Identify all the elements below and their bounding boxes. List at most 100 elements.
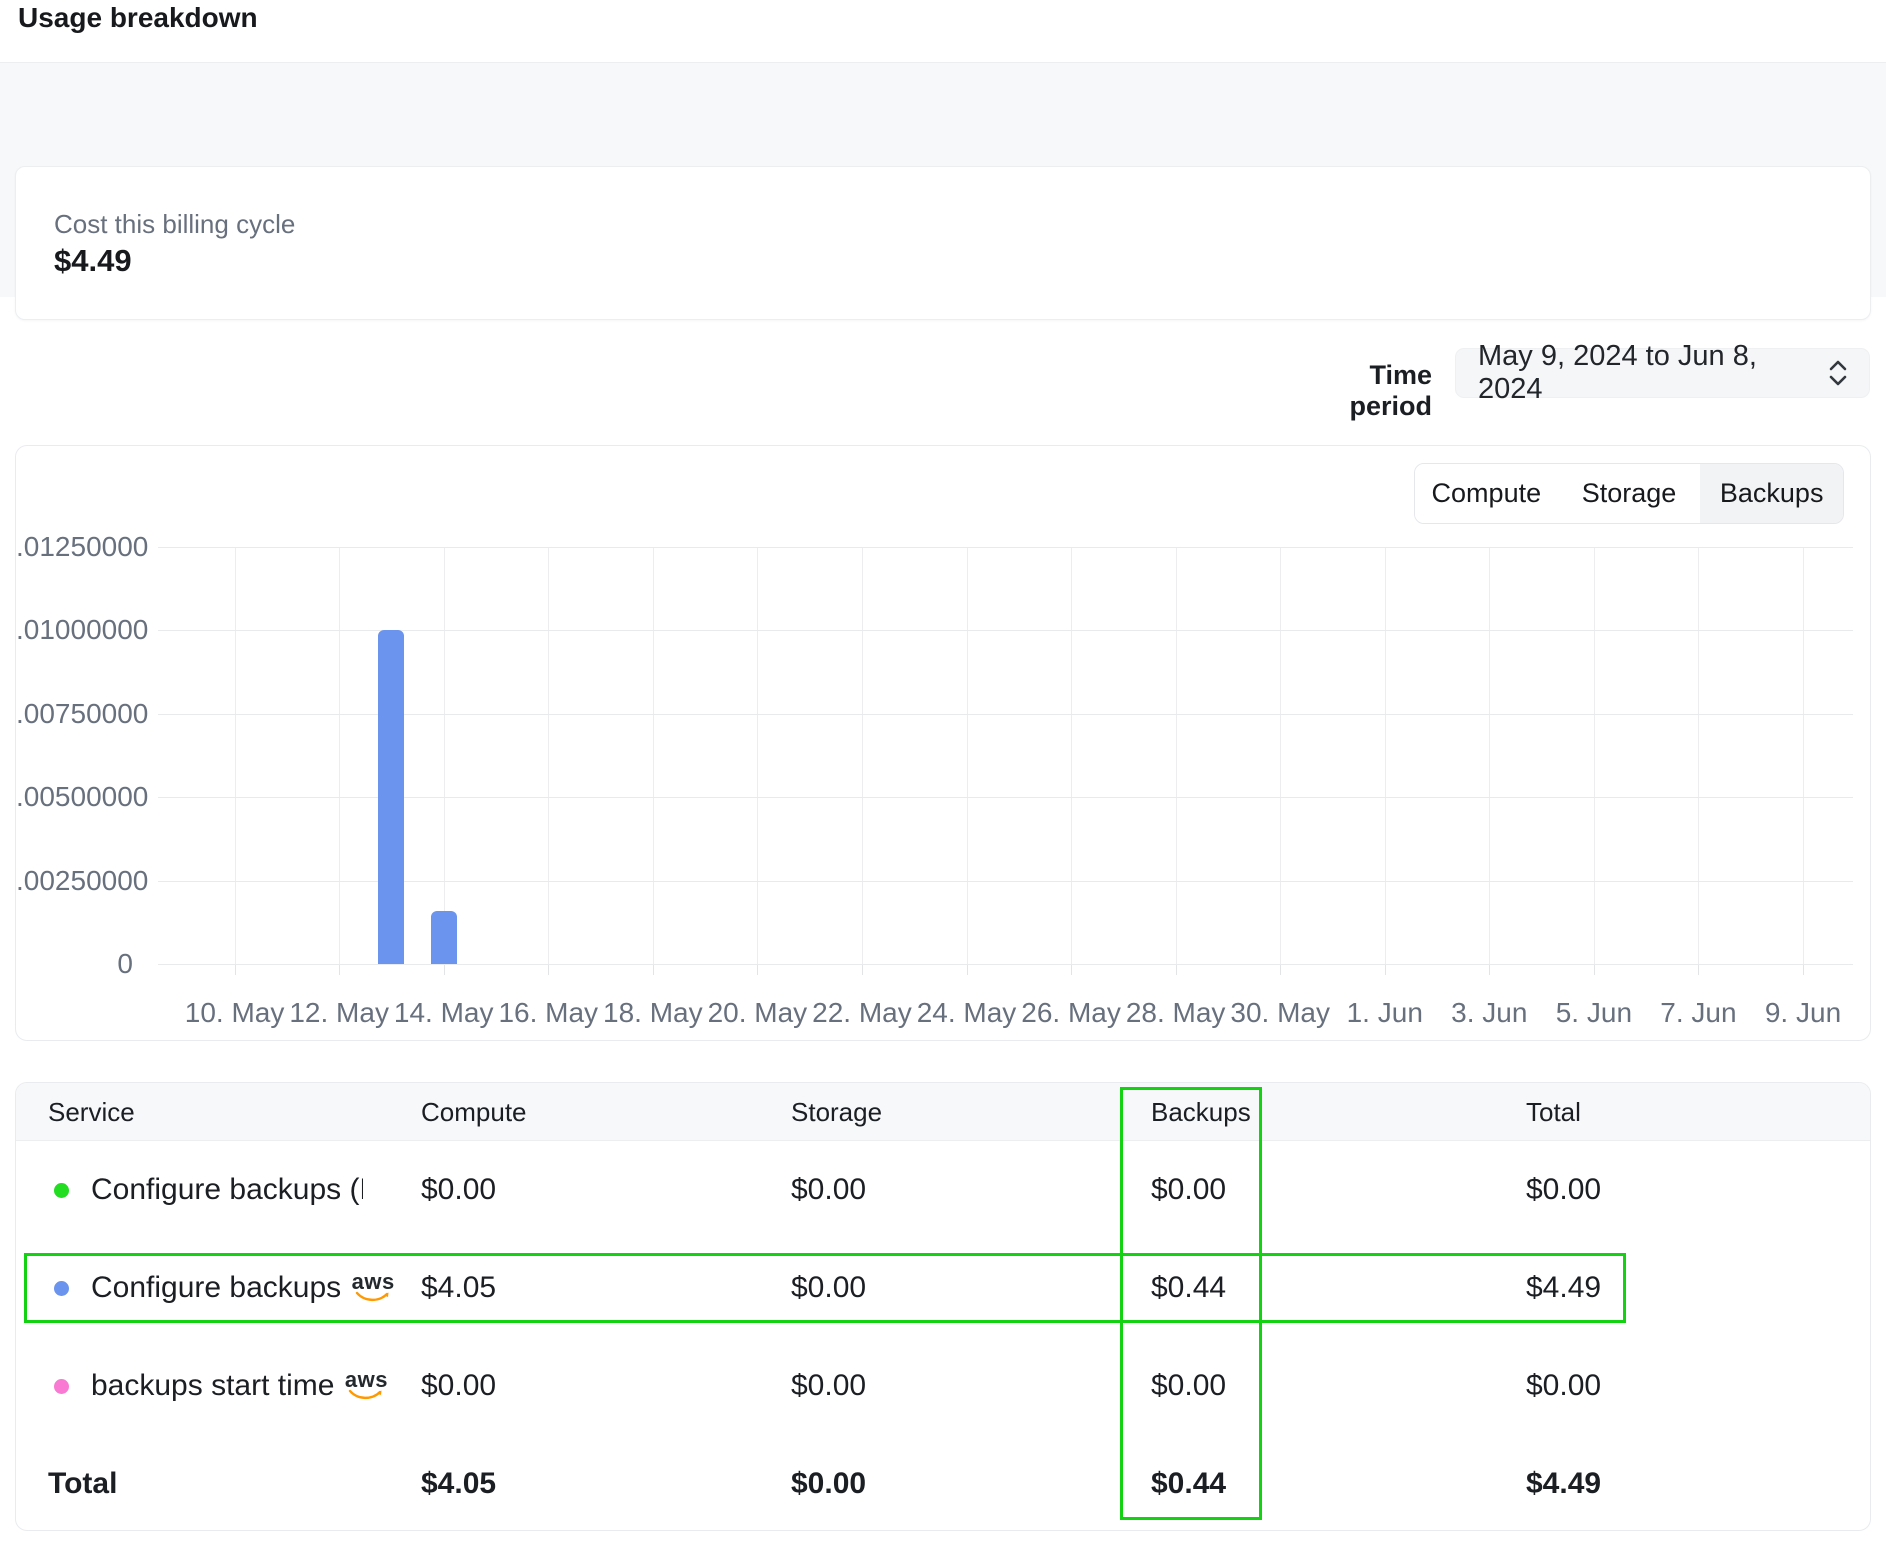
x-grid-line — [1071, 547, 1072, 964]
x-grid-line — [339, 547, 340, 964]
service-name: Configure backups (Resto — [91, 1173, 363, 1207]
y-axis-label: 0 — [16, 947, 133, 981]
usage-breakdown-page: Usage breakdown Cost this billing cycle … — [0, 0, 1886, 1548]
usage-bar[interactable] — [431, 911, 457, 964]
aws-swoosh-icon — [348, 1389, 384, 1401]
header-total: Total — [1526, 1083, 1581, 1141]
usage-chart-card: Compute Storage Backups 10. May12. May14… — [15, 445, 1871, 1041]
y-grid-line — [158, 630, 1853, 631]
compute-value: $0.00 — [421, 1337, 496, 1435]
x-axis-tick — [653, 964, 654, 975]
unfold-chevron-icon — [1827, 358, 1849, 388]
compute-value: $4.05 — [421, 1239, 496, 1337]
y-axis-label: .00500000 — [16, 780, 133, 814]
x-grid-line — [967, 547, 968, 964]
service-cell: Configure backups (Resto — [54, 1141, 363, 1239]
service-name: backups start time — [91, 1369, 334, 1403]
service-cell: Configure backups aws — [54, 1239, 393, 1337]
usage-bar[interactable] — [378, 630, 404, 964]
x-axis-tick — [235, 964, 236, 975]
backups-value: $0.00 — [1151, 1337, 1226, 1435]
series-dot — [54, 1281, 69, 1296]
table-row[interactable]: Configure backups (Resto $0.00 $0.00 $0.… — [16, 1141, 1870, 1239]
backups-total: $0.44 — [1151, 1435, 1226, 1533]
x-grid-line — [1803, 547, 1804, 964]
page-title: Usage breakdown — [18, 2, 258, 34]
x-axis-tick — [1594, 964, 1595, 975]
y-grid-line — [158, 547, 1853, 548]
x-axis-label: 9. Jun — [1738, 996, 1868, 1030]
storage-value: $0.00 — [791, 1337, 866, 1435]
time-period-label: Time period — [1292, 360, 1432, 422]
x-grid-line — [1489, 547, 1490, 964]
x-grid-line — [1385, 547, 1386, 964]
backups-value: $0.44 — [1151, 1239, 1226, 1337]
x-grid-line — [862, 547, 863, 964]
aws-logo: aws — [346, 1371, 386, 1401]
x-axis-tick — [1071, 964, 1072, 975]
x-axis-tick — [1280, 964, 1281, 975]
y-axis-label: .00750000 — [16, 697, 133, 731]
x-axis-tick — [444, 964, 445, 975]
total-value: $0.00 — [1526, 1337, 1601, 1435]
x-axis-tick — [1489, 964, 1490, 975]
storage-total: $0.00 — [791, 1435, 866, 1533]
series-dot — [54, 1379, 69, 1394]
x-grid-line — [1698, 547, 1699, 964]
table-total-row: Total $4.05 $0.00 $0.44 $4.49 — [16, 1435, 1870, 1533]
x-axis-tick — [967, 964, 968, 975]
aws-logo: aws — [353, 1273, 393, 1303]
grand-total: $4.49 — [1526, 1435, 1601, 1533]
billing-cycle-cost-amount: $4.49 — [54, 243, 132, 279]
y-grid-line — [158, 797, 1853, 798]
service-name: Configure backups — [91, 1271, 341, 1305]
backups-value: $0.00 — [1151, 1141, 1226, 1239]
x-axis-tick — [1176, 964, 1177, 975]
total-value: $4.49 — [1526, 1239, 1601, 1337]
bar-chart: 10. May12. May14. May16. May18. May20. M… — [16, 446, 1872, 1042]
x-axis-tick — [1385, 964, 1386, 975]
y-axis-label: .01000000 — [16, 613, 133, 647]
header-service: Service — [48, 1083, 135, 1141]
x-grid-line — [757, 547, 758, 964]
x-grid-line — [653, 547, 654, 964]
x-grid-line — [1280, 547, 1281, 964]
x-axis-tick — [1803, 964, 1804, 975]
header-backups: Backups — [1151, 1083, 1251, 1141]
table-row[interactable]: Configure backups aws $4.05 $0.00 $0.44 … — [16, 1239, 1870, 1337]
x-axis-tick — [757, 964, 758, 975]
x-axis-tick — [339, 964, 340, 975]
header-compute: Compute — [421, 1083, 527, 1141]
x-grid-line — [1594, 547, 1595, 964]
x-grid-line — [444, 547, 445, 964]
total-row-label: Total — [48, 1435, 117, 1533]
header-storage: Storage — [791, 1083, 882, 1141]
time-period-value: May 9, 2024 to Jun 8, 2024 — [1478, 340, 1827, 406]
table-header-row: Service Compute Storage Backups Total — [16, 1083, 1870, 1141]
storage-value: $0.00 — [791, 1141, 866, 1239]
x-grid-line — [1176, 547, 1177, 964]
total-value: $0.00 — [1526, 1141, 1601, 1239]
time-period-select[interactable]: May 9, 2024 to Jun 8, 2024 — [1455, 348, 1870, 398]
billing-cycle-cost-card: Cost this billing cycle $4.49 — [15, 166, 1871, 320]
usage-table-card: Service Compute Storage Backups Total Co… — [15, 1082, 1871, 1531]
billing-summary-section: Cost this billing cycle $4.49 — [0, 63, 1886, 297]
x-axis-tick — [548, 964, 549, 975]
billing-cycle-cost-label: Cost this billing cycle — [54, 209, 295, 240]
aws-swoosh-icon — [355, 1291, 391, 1303]
storage-value: $0.00 — [791, 1239, 866, 1337]
service-cell: backups start time aws — [54, 1337, 386, 1435]
y-axis-label: .01250000 — [16, 530, 133, 564]
x-axis-tick — [1698, 964, 1699, 975]
y-grid-line — [158, 964, 1853, 965]
table-row[interactable]: backups start time aws $0.00 $0.00 $0.00… — [16, 1337, 1870, 1435]
x-axis-tick — [862, 964, 863, 975]
compute-value: $0.00 — [421, 1141, 496, 1239]
compute-total: $4.05 — [421, 1435, 496, 1533]
y-grid-line — [158, 881, 1853, 882]
x-grid-line — [235, 547, 236, 964]
series-dot — [54, 1183, 69, 1198]
x-grid-line — [548, 547, 549, 964]
y-grid-line — [158, 714, 1853, 715]
y-axis-label: .00250000 — [16, 864, 133, 898]
